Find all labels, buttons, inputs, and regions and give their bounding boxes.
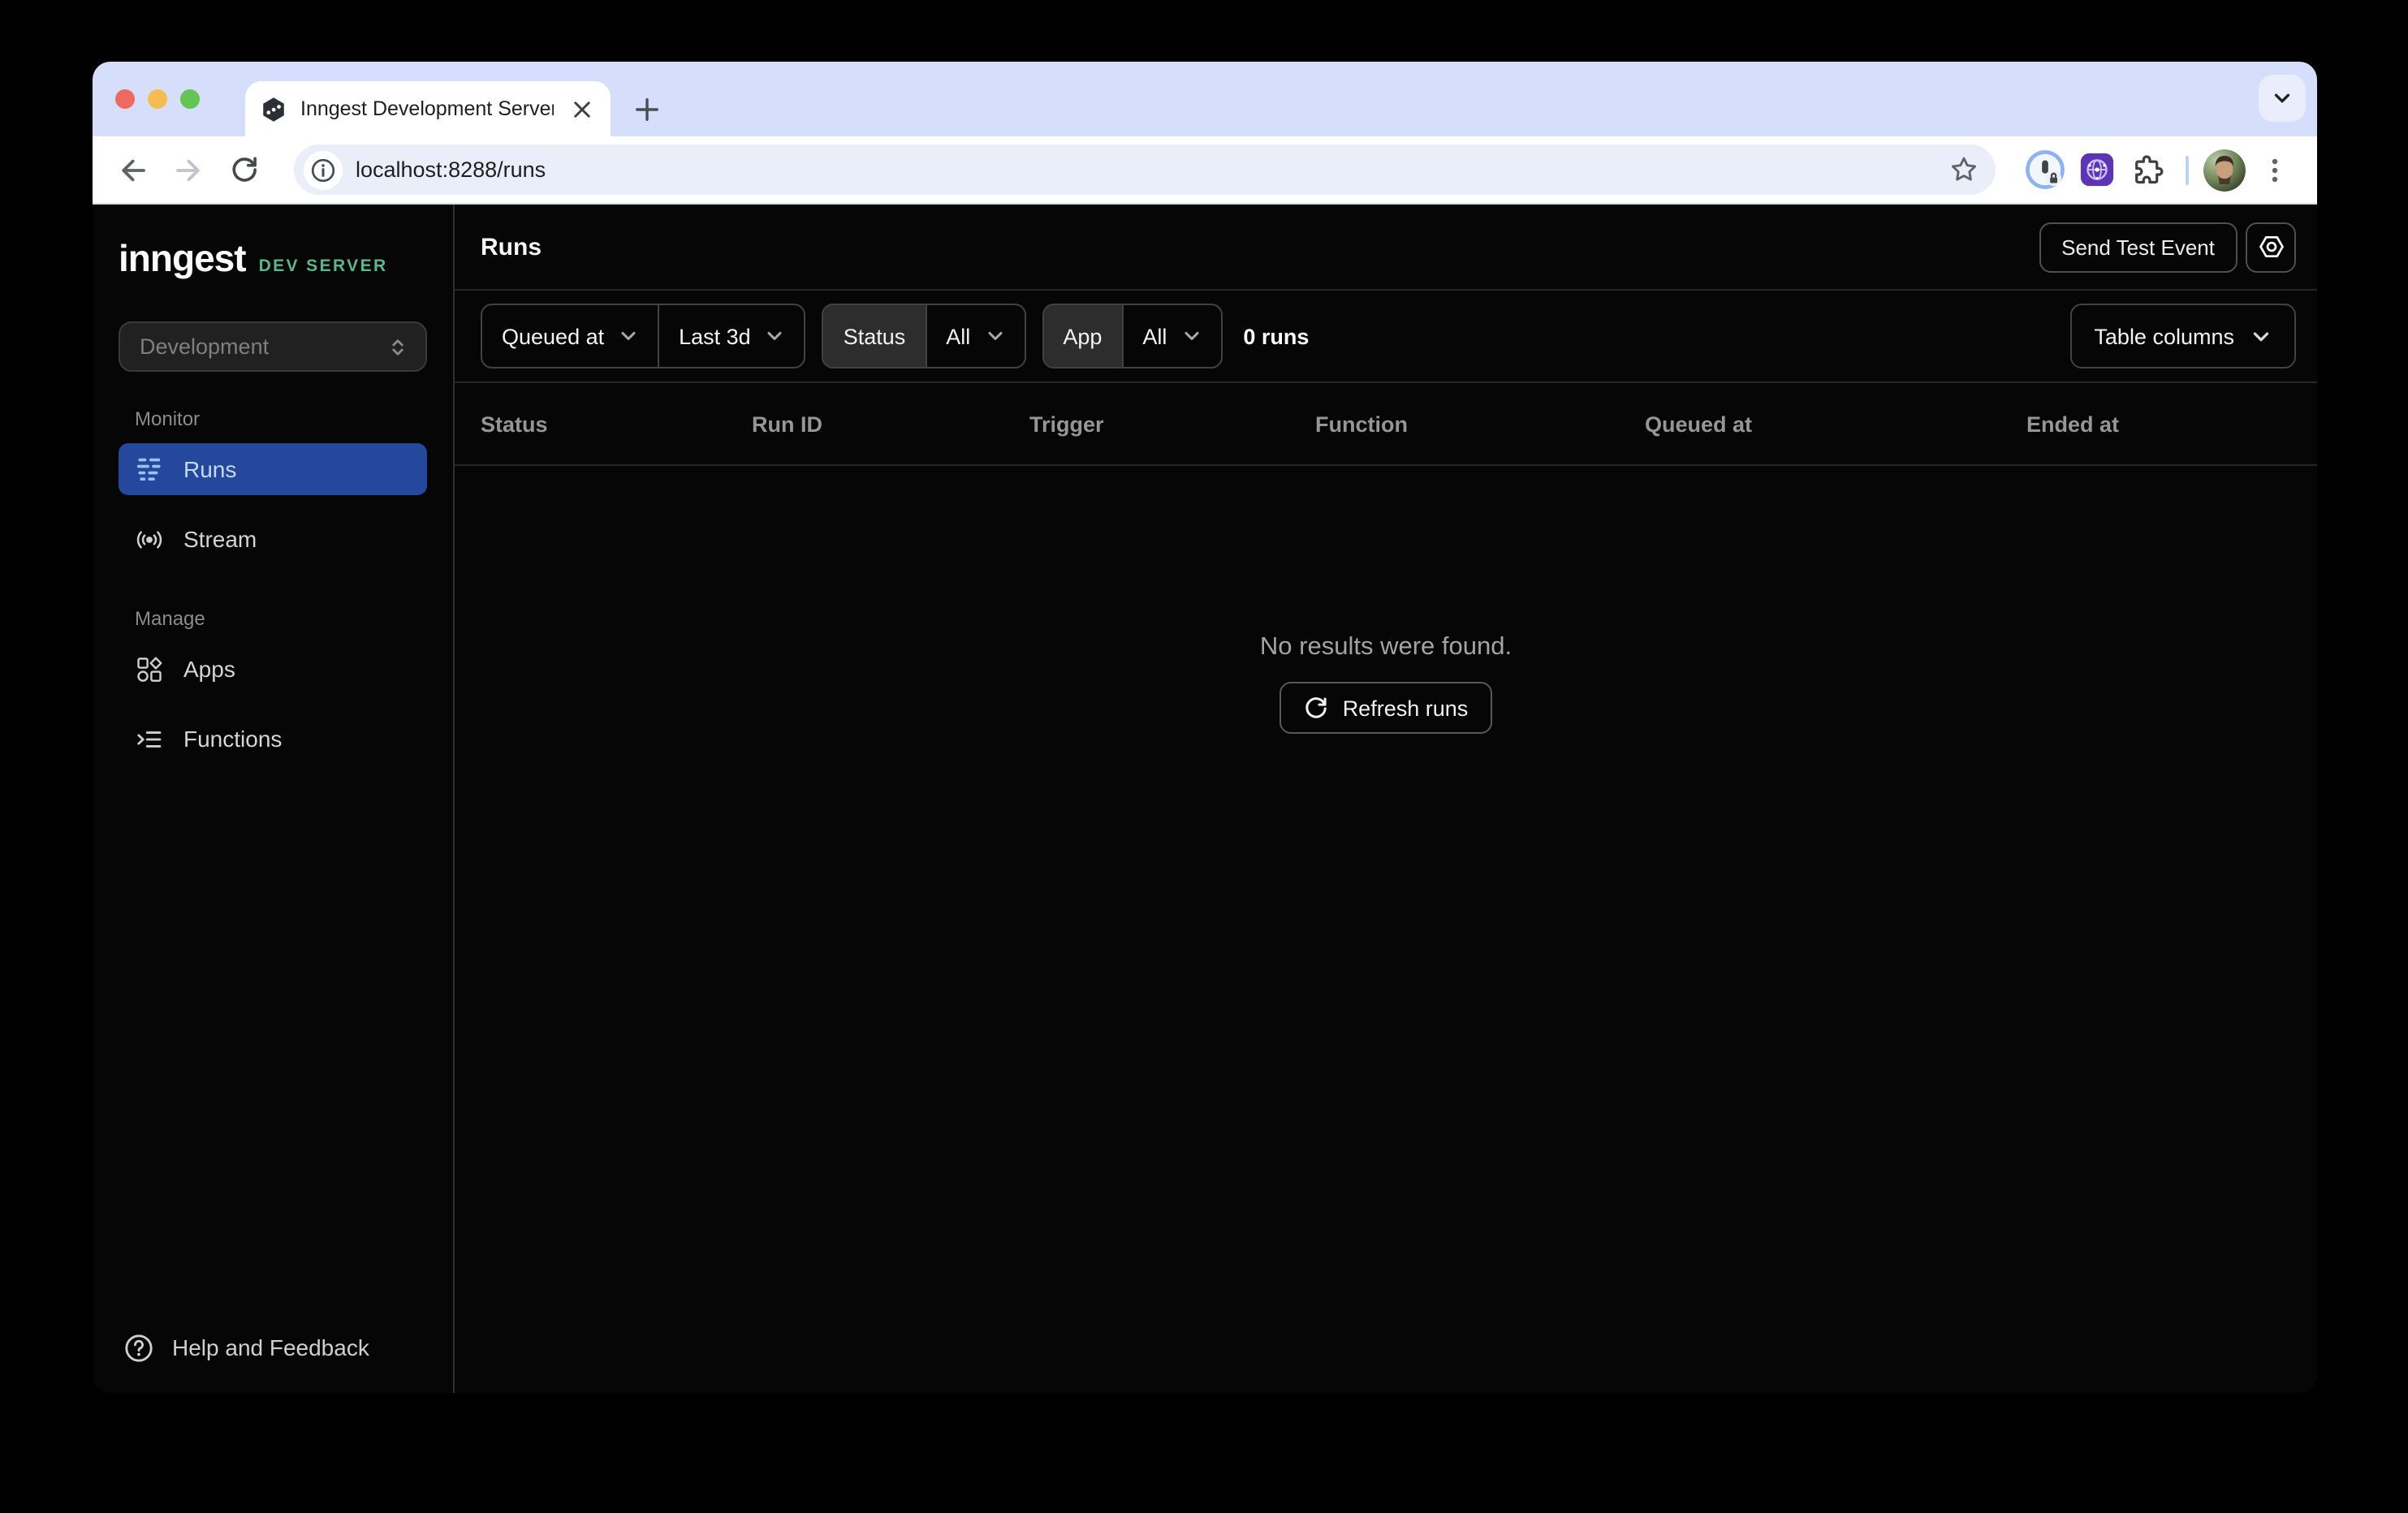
window-minimize-button[interactable] xyxy=(148,89,167,109)
page-header: Runs Send Test Event xyxy=(455,205,2317,291)
help-icon xyxy=(123,1332,154,1363)
header-actions: Send Test Event xyxy=(2039,222,2296,272)
time-field-value: Queued at xyxy=(502,324,605,348)
help-and-feedback[interactable]: Help and Feedback xyxy=(93,1302,453,1393)
main-content: Runs Send Test Event Queued at Last 3d S… xyxy=(455,205,2317,1393)
column-header-function: Function xyxy=(1315,412,1408,436)
environment-selector-value: Development xyxy=(140,334,270,359)
sidebar-item-stream[interactable]: Stream xyxy=(119,513,427,565)
chevron-down-icon xyxy=(2250,325,2272,347)
runs-count: 0 runs xyxy=(1243,324,1310,348)
forward-button[interactable] xyxy=(164,145,213,194)
sidebar-item-label: Stream xyxy=(183,526,257,552)
desktop: Inngest Development Server localhost:828… xyxy=(0,0,2408,1513)
address-bar[interactable]: localhost:8288/runs xyxy=(294,144,1996,195)
refresh-runs-label: Refresh runs xyxy=(1342,696,1469,720)
sidebar-item-label: Runs xyxy=(183,456,237,482)
logo-wordmark: inngest xyxy=(119,237,247,279)
window-zoom-button[interactable] xyxy=(180,89,200,109)
sidebar-item-runs[interactable]: Runs xyxy=(119,443,427,495)
status-filter-group: Status All xyxy=(822,304,1026,369)
site-info-icon[interactable] xyxy=(304,150,343,189)
browser-window: Inngest Development Server localhost:828… xyxy=(93,62,2317,1393)
column-header-status: Status xyxy=(481,412,548,436)
sidebar-item-label: Apps xyxy=(183,656,235,682)
time-filter-group: Queued at Last 3d xyxy=(481,304,806,369)
time-field-dropdown[interactable]: Queued at xyxy=(482,305,658,367)
section-label-monitor: Monitor xyxy=(135,407,201,430)
send-test-event-label: Send Test Event xyxy=(2061,235,2215,259)
bookmark-star-icon[interactable] xyxy=(1948,154,1979,185)
status-filter-label: Status xyxy=(823,305,927,367)
empty-state-message: No results were found. xyxy=(1259,633,1513,661)
sidebar-item-apps[interactable]: Apps xyxy=(119,643,427,695)
column-header-run-id: Run ID xyxy=(752,412,822,436)
inngest-logo: inngest DEV SERVER xyxy=(93,237,453,286)
sidebar-item-functions[interactable]: Functions xyxy=(119,713,427,765)
password-manager-extension-icon[interactable] xyxy=(2022,147,2067,192)
send-test-event-button[interactable]: Send Test Event xyxy=(2039,222,2238,272)
chevron-down-icon xyxy=(985,326,1004,346)
tab-search-chevron-button[interactable] xyxy=(2259,75,2306,122)
web-extension-icon[interactable] xyxy=(2074,147,2119,192)
time-range-dropdown[interactable]: Last 3d xyxy=(658,305,805,367)
chevron-down-icon xyxy=(1181,326,1201,346)
window-close-button[interactable] xyxy=(115,89,135,109)
app-filter-group: App All xyxy=(1042,304,1223,369)
runs-icon xyxy=(135,455,164,484)
window-controls xyxy=(115,62,200,136)
browser-toolbar: localhost:8288/runs xyxy=(93,136,2317,205)
back-button[interactable] xyxy=(109,145,158,194)
page-title: Runs xyxy=(481,233,542,261)
tab-title: Inngest Development Server xyxy=(300,97,554,120)
functions-icon xyxy=(135,724,164,753)
browser-menu-icon[interactable] xyxy=(2252,147,2298,192)
browser-tab[interactable]: Inngest Development Server xyxy=(245,81,611,136)
empty-state: No results were found. Refresh runs xyxy=(455,633,2317,734)
runs-table-header: Status Run ID Trigger Function Queued at… xyxy=(455,383,2317,466)
new-tab-button[interactable] xyxy=(624,86,669,131)
column-header-queued-at: Queued at xyxy=(1645,412,1753,436)
toolbar-divider xyxy=(2186,155,2189,184)
refresh-icon xyxy=(1304,696,1328,720)
sidebar-item-label: Functions xyxy=(183,726,283,752)
settings-button[interactable] xyxy=(2246,222,2296,272)
table-columns-label: Table columns xyxy=(2094,324,2234,348)
help-label: Help and Feedback xyxy=(172,1334,369,1360)
section-label-manage: Manage xyxy=(135,607,205,630)
gear-icon xyxy=(2256,232,2285,261)
dev-server-badge: DEV SERVER xyxy=(258,256,388,276)
filter-bar: Queued at Last 3d Status All App All 0 r… xyxy=(455,291,2317,383)
status-filter-value: All xyxy=(946,324,971,348)
app-filter-value: All xyxy=(1142,324,1167,348)
tab-strip: Inngest Development Server xyxy=(93,62,2317,136)
apps-icon xyxy=(135,654,164,683)
chevron-down-icon xyxy=(619,326,638,346)
app-filter-label: App xyxy=(1043,305,1124,367)
time-range-value: Last 3d xyxy=(679,324,751,348)
profile-avatar[interactable] xyxy=(2203,149,2246,191)
environment-selector[interactable]: Development xyxy=(119,321,427,372)
extensions-puzzle-icon[interactable] xyxy=(2125,147,2171,192)
inngest-favicon xyxy=(260,95,287,123)
column-header-trigger: Trigger xyxy=(1029,412,1104,436)
app-filter-dropdown[interactable]: All xyxy=(1123,305,1220,367)
status-filter-dropdown[interactable]: All xyxy=(926,305,1024,367)
filter-controls: Queued at Last 3d Status All App All 0 r… xyxy=(481,304,1309,369)
chevron-down-icon xyxy=(766,326,785,346)
column-header-ended-at: Ended at xyxy=(2026,412,2120,436)
up-down-chevrons-icon xyxy=(386,335,409,358)
url-text: localhost:8288/runs xyxy=(356,157,546,182)
reload-button[interactable] xyxy=(219,145,268,194)
refresh-runs-button[interactable]: Refresh runs xyxy=(1279,682,1493,734)
table-columns-button[interactable]: Table columns xyxy=(2069,304,2296,369)
sidebar: inngest DEV SERVER Development Monitor R… xyxy=(93,205,455,1393)
stream-icon xyxy=(135,524,164,554)
tab-close-icon[interactable] xyxy=(567,94,596,123)
inngest-app: inngest DEV SERVER Development Monitor R… xyxy=(93,205,2317,1393)
